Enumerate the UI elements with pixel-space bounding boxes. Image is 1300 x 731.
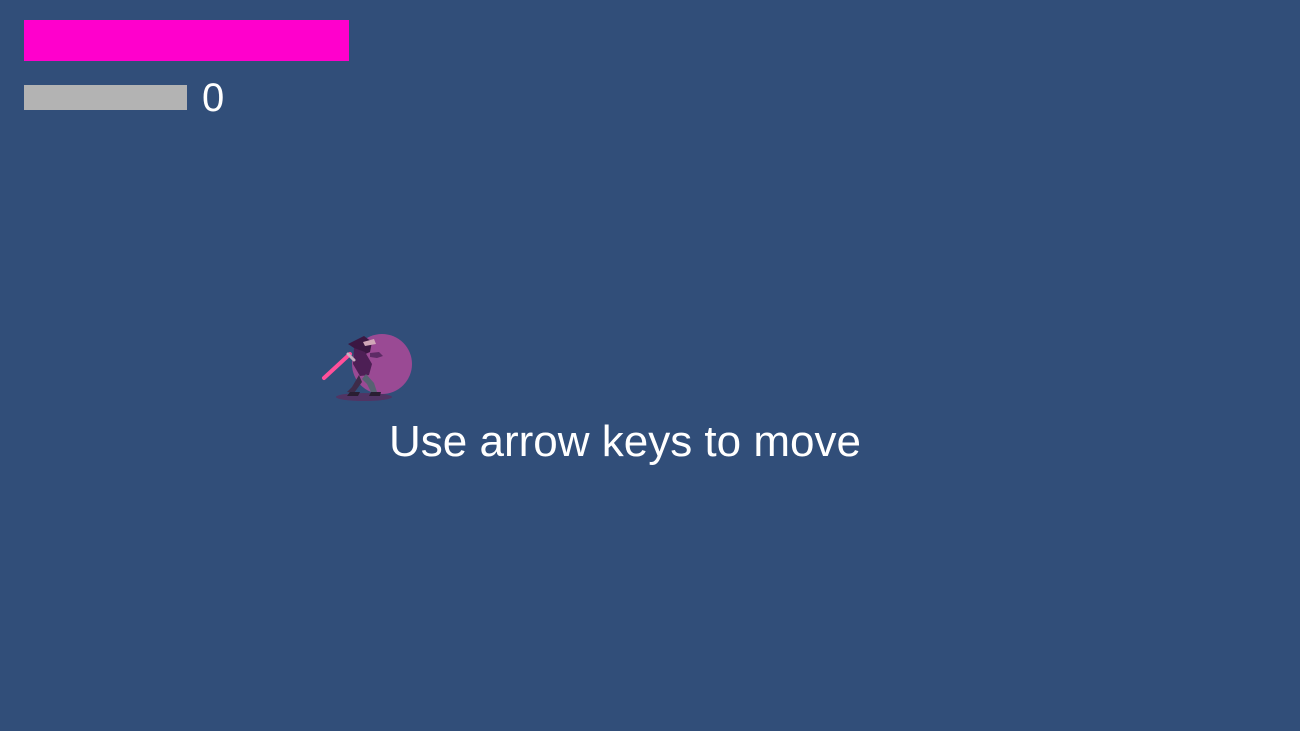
experience-bar (24, 85, 187, 110)
ninja-sword-guard (346, 352, 356, 362)
player-character (318, 326, 418, 406)
ninja-foot-left (347, 392, 360, 396)
ninja-foot-right (369, 392, 381, 396)
ninja-sprite-icon (322, 334, 412, 401)
movement-hint: Use arrow keys to move (389, 417, 861, 466)
player-shadow (336, 393, 392, 401)
health-bar (24, 20, 349, 61)
game-canvas[interactable]: 0 Use arrow keys to move (0, 0, 1300, 731)
experience-bar-fill (24, 85, 187, 110)
ninja-sword (322, 352, 352, 380)
ninja-leg-left (347, 375, 362, 393)
score-counter: 0 (202, 76, 225, 120)
health-bar-fill (24, 20, 349, 61)
